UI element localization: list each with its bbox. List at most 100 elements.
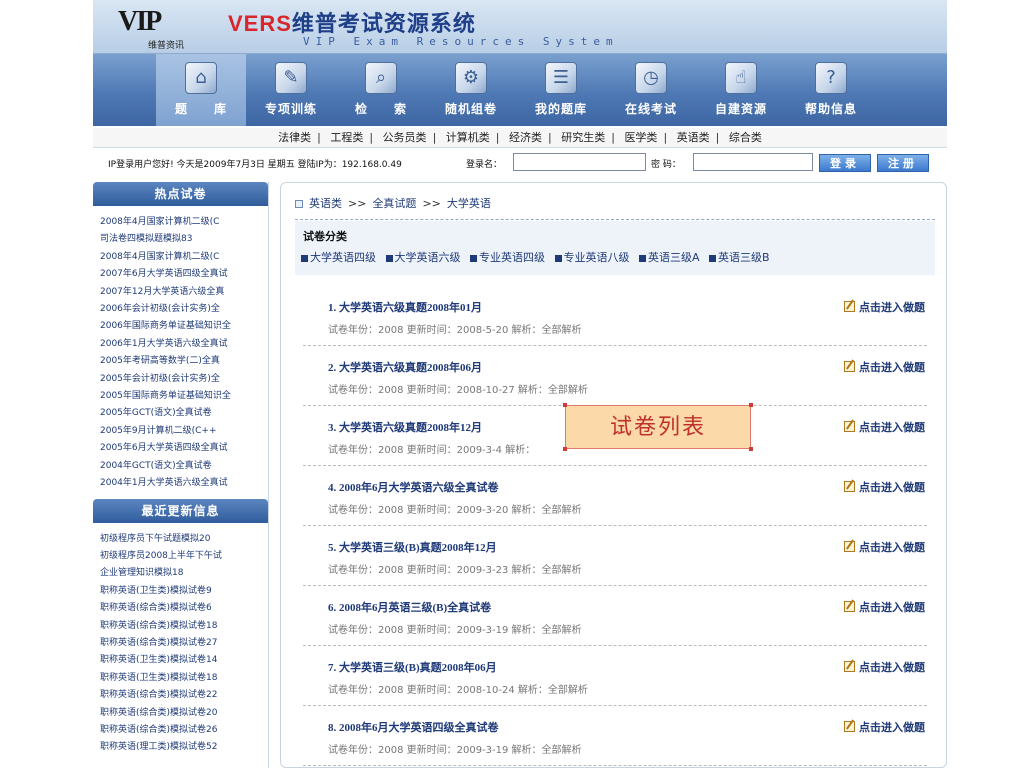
enter-exam-link[interactable]: 点击进入做题 [844,359,925,375]
nav-item-online-exam[interactable]: ◷ 在线考试 [606,54,696,126]
paper-title[interactable]: 1. 大学英语六级真题2008年01月 [328,299,482,315]
edit-icon [844,541,855,552]
hot-paper-item[interactable]: 2005年会计初级(会计实务)全 [100,371,268,388]
nav-item-my-library[interactable]: ☰ 我的题库 [516,54,606,126]
hot-paper-item[interactable]: 2006年国际商务单证基础知识全 [100,318,268,335]
paper-meta: 试卷年份：2008 更新时间：2008-10-24 解析：全部解析 [328,685,588,696]
category-link[interactable]: 医学类 [618,131,663,144]
recent-update-item[interactable]: 职称英语(卫生类)模拟试卷14 [100,652,268,669]
recent-update-item[interactable]: 企业管理知识模拟18 [100,565,268,582]
password-input[interactable] [693,153,813,171]
handle-dot [749,447,753,451]
hot-paper-item[interactable]: 2005年国际商务单证基础知识全 [100,388,268,405]
recent-update-item[interactable]: 职称英语(综合类)模拟试卷20 [100,705,268,722]
recent-update-item[interactable]: 职称英语(综合类)模拟试卷22 [100,687,268,704]
hot-paper-item[interactable]: 2005年考研高等数学(二)全真 [100,353,268,370]
username-input[interactable] [513,153,646,171]
hot-paper-item[interactable]: 2005年GCT(语文)全真试卷 [100,405,268,422]
nav-item-custom-resources[interactable]: ☝ 自建资源 [696,54,786,126]
nav-label: 在线考试 [624,102,677,116]
hot-paper-item[interactable]: 2008年4月国家计算机二级(C [100,249,268,266]
category-link[interactable]: 工程类 [324,131,369,144]
hot-paper-item[interactable]: 司法卷四模拟题模拟83 [100,231,268,248]
hot-paper-item[interactable]: 2004年GCT(语文)全真试卷 [100,458,268,475]
paper-title[interactable]: 7. 大学英语三级(B)真题2008年06月 [328,659,497,675]
hot-paper-item[interactable]: 2008年4月国家计算机二级(C [100,214,268,231]
enter-exam-link[interactable]: 点击进入做题 [844,659,925,675]
category-link[interactable]: 英语类 [671,131,716,144]
edit-icon [844,421,855,432]
enter-exam-link[interactable]: 点击进入做题 [844,719,925,735]
hot-paper-item[interactable]: 2006年会计初级(会计实务)全 [100,301,268,318]
category-link[interactable]: 经济类 [503,131,548,144]
hot-paper-item[interactable]: 2006年1月大学英语六级全真试 [100,336,268,353]
hot-paper-item[interactable]: 2005年9月计算机二级(C++ [100,423,268,440]
enter-exam-link[interactable]: 点击进入做题 [844,539,925,555]
paper-title[interactable]: 2. 大学英语六级真题2008年06月 [328,359,482,375]
nav-item-training[interactable]: ✎ 专项训练 [246,54,336,126]
breadcrumb-item[interactable]: 全真试题 [372,197,416,210]
hot-paper-item[interactable]: 2007年12月大学英语六级全真 [100,284,268,301]
recent-update-item[interactable]: 职称英语(综合类)模拟试卷18 [100,618,268,635]
classification-link[interactable]: 大学英语四级 [301,251,376,264]
classification-link[interactable]: 大学英语六级 [385,251,461,264]
nav-label: 专项训练 [264,102,317,116]
recent-update-item[interactable]: 职称英语(综合类)模拟试卷6 [100,600,268,617]
enter-exam-link[interactable]: 点击进入做题 [844,599,925,615]
paper-row: 2. 大学英语六级真题2008年06月 试卷年份：2008 更新时间：2008-… [303,346,927,406]
classification-link[interactable]: 专业英语四级 [470,251,545,264]
nav-item-library[interactable]: ⌂ 题 库 [156,54,246,126]
paper-title[interactable]: 5. 大学英语三级(B)真题2008年12月 [328,539,497,555]
breadcrumb-item[interactable]: 大学英语 [447,197,491,210]
hot-paper-item[interactable]: 2007年6月大学英语四级全真试 [100,266,268,283]
breadcrumb-item[interactable]: 英语类 [309,197,342,210]
category-link[interactable]: 综合类 [723,131,768,144]
hot-paper-item[interactable]: 2005年6月大学英语四级全真试 [100,440,268,457]
bullet-icon [385,254,393,262]
recent-update-item[interactable]: 初级程序员2008上半年下午试 [100,548,268,565]
classification-links: 大学英语四级 大学英语六级 专业英语四级 专业英语八级 英语三级A 英语三级B [301,249,776,265]
category-link[interactable]: 研究生类 [555,131,611,144]
hand-pointer-icon: ☝ [725,62,757,94]
logo-text: VIP [118,6,162,37]
recent-update-item[interactable]: 职称英语(卫生类)模拟试卷18 [100,670,268,687]
paper-row: 5. 大学英语三级(B)真题2008年12月 试卷年份：2008 更新时间：20… [303,526,927,586]
classification-link[interactable]: 英语三级B [709,251,770,264]
nav-item-help[interactable]: ? 帮助信息 [786,54,876,126]
paper-meta: 试卷年份：2008 更新时间：2009-3-20 解析：全部解析 [328,505,582,516]
enter-exam-link[interactable]: 点击进入做题 [844,299,925,315]
nav-item-search[interactable]: ⌕ 检 索 [336,54,426,126]
category-bar: 法律类 | 工程类 | 公务员类 | 计算机类 | 经济类 | 研究生类 | 医学类 | 英语… [93,128,947,148]
header-banner: VIP 维普资讯 VERS维普考试资源系统 VIP Exam Resources… [93,0,947,54]
recent-update-item[interactable]: 初级程序员下午试题模拟20 [100,531,268,548]
category-link[interactable]: 法律类 [272,131,317,144]
vip-logo[interactable]: VIP 维普资讯 [118,6,198,51]
nav-item-random-paper[interactable]: ⚙ 随机组卷 [426,54,516,126]
clock-icon: ◷ [635,62,667,94]
category-link[interactable]: 计算机类 [440,131,496,144]
paper-title[interactable]: 8. 2008年6月大学英语四级全真试卷 [328,719,499,735]
hot-paper-item[interactable]: 2004年1月大学英语六级全真试 [100,475,268,492]
paper-row: 1. 大学英语六级真题2008年01月 试卷年份：2008 更新时间：2008-… [303,286,927,346]
enter-exam-link[interactable]: 点击进入做题 [844,419,925,435]
classification-link[interactable]: 专业英语八级 [554,251,630,264]
paper-title[interactable]: 6. 2008年6月英语三级(B)全真试卷 [328,599,491,615]
login-button[interactable]: 登录 [819,154,871,172]
random-paper-icon: ⚙ [455,62,487,94]
category-link[interactable]: 公务员类 [377,131,433,144]
recent-update-item[interactable]: 职称英语(卫生类)模拟试卷9 [100,583,268,600]
recent-update-item[interactable]: 职称英语(综合类)模拟试卷27 [100,635,268,652]
recent-update-item[interactable]: 职称英语(理工类)模拟试卷52 [100,739,268,756]
paper-title[interactable]: 4. 2008年6月大学英语六级全真试卷 [328,479,499,495]
handle-dot [563,447,567,451]
paper-classification: 试卷分类 大学英语四级 大学英语六级 专业英语四级 专业英语八级 英语三级A 英… [295,221,935,275]
hot-papers-header: 热点试卷 [93,182,268,206]
register-button[interactable]: 注册 [877,154,929,172]
classification-link[interactable]: 英语三级A [639,251,700,264]
help-icon: ? [815,62,847,94]
recent-update-item[interactable]: 职称英语(综合类)模拟试卷26 [100,722,268,739]
paper-title[interactable]: 3. 大学英语六级真题2008年12月 [328,419,482,435]
login-bar: IP登录用户您好! 今天是2009年7月3日 星期五 登陆IP为：192.168… [93,153,947,173]
enter-exam-link[interactable]: 点击进入做题 [844,479,925,495]
edit-icon [844,721,855,732]
